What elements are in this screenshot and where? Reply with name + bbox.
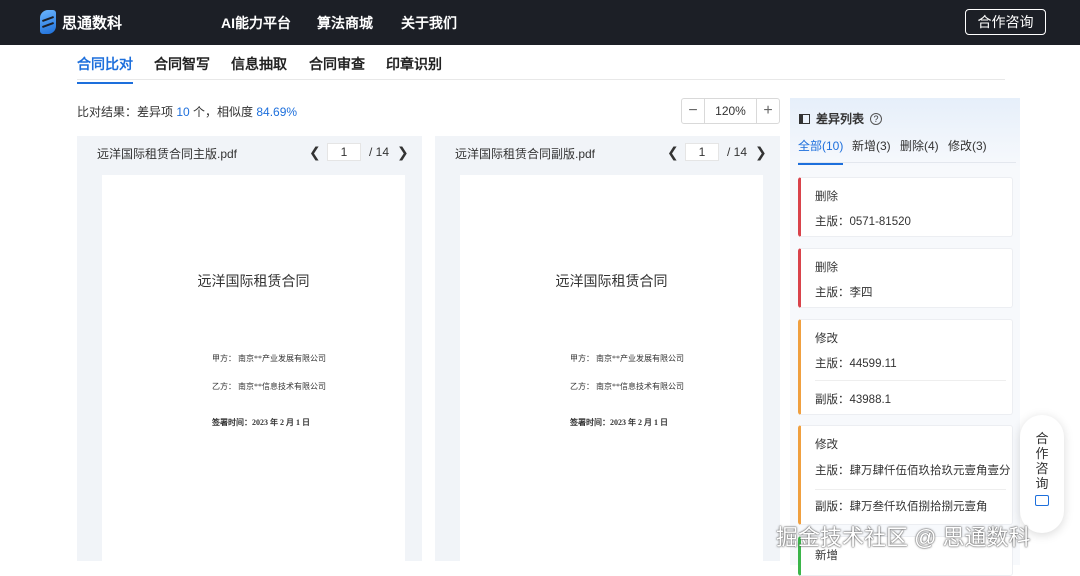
feature-tabs: 合同比对 合同智写 信息抽取 合同审查 印章识别 <box>77 45 1005 80</box>
help-icon[interactable]: ? <box>870 113 882 125</box>
sub-version-viewer: 远洋国际租赁合同副版.pdf ❮ 1 / 14 ❯ 远洋国际租赁合同 甲方： 南京**… <box>435 136 780 561</box>
pager: ❮ 1 / 14 ❯ <box>667 143 765 161</box>
page-input[interactable]: 1 <box>685 143 719 161</box>
diff-main: 主版：李四 <box>815 284 873 300</box>
prev-page-icon[interactable]: ❮ <box>309 144 319 161</box>
compare-result: 比对结果：差异项 10 个，相似度 84.69% <box>77 103 297 120</box>
result-label: 比对结果：差异项 <box>77 105 176 119</box>
page-total: / 14 <box>727 145 747 159</box>
logo-icon <box>40 10 56 34</box>
diff-tab-modified[interactable]: 修改(3) <box>948 137 987 154</box>
diff-tab-added[interactable]: 新增(3) <box>852 137 891 154</box>
tab-contract-compare[interactable]: 合同比对 <box>77 54 133 84</box>
panel-icon <box>799 114 810 124</box>
tab-info-extract[interactable]: 信息抽取 <box>231 54 287 82</box>
zoom-value[interactable]: 120% <box>704 99 757 123</box>
zoom-control: − 120% + <box>681 98 780 124</box>
diff-tab-all[interactable]: 全部(10) <box>798 137 843 165</box>
next-page-icon[interactable]: ❯ <box>397 144 407 161</box>
diff-tab-deleted[interactable]: 删除(4) <box>900 137 939 154</box>
diff-count: 10 <box>176 105 189 119</box>
chat-icon <box>1035 495 1049 506</box>
diff-type: 删除 <box>815 259 838 275</box>
brand-logo[interactable]: 思通数科 <box>40 10 122 34</box>
diff-list-panel: 差异列表? 全部(10) 新增(3) 删除(4) 修改(3) 删除主版：0571… <box>790 98 1020 565</box>
diff-main: 主版：0571-81520 <box>815 213 911 229</box>
diff-type: 修改 <box>815 330 838 346</box>
nav-about-us[interactable]: 关于我们 <box>401 13 457 33</box>
float-char: 咨 <box>1020 461 1064 476</box>
party-b: 乙方： 南京**信息技术有限公司 <box>570 381 684 392</box>
diff-list-title: 差异列表 <box>816 110 864 127</box>
float-char: 询 <box>1020 476 1064 491</box>
sign-date: 签署时间：2023 年 2 月 1 日 <box>570 417 668 428</box>
diff-sub: 副版：43988.1 <box>815 391 891 407</box>
pager: ❮ 1 / 14 ❯ <box>309 143 407 161</box>
diff-card[interactable]: 修改主版：44599.11 副版：43988.1 <box>798 319 1013 415</box>
zoom-out-button[interactable]: − <box>682 99 704 123</box>
diff-type: 删除 <box>815 188 838 204</box>
brand-name: 思通数科 <box>62 12 122 33</box>
diff-main: 主版：44599.11 <box>815 355 897 371</box>
tab-contract-review[interactable]: 合同审查 <box>309 54 365 82</box>
consult-button[interactable]: 合作咨询 <box>965 9 1046 35</box>
doc-title: 远洋国际租赁合同 <box>102 271 405 291</box>
tab-seal-recognition[interactable]: 印章识别 <box>386 54 442 82</box>
zoom-in-button[interactable]: + <box>757 99 779 123</box>
next-page-icon[interactable]: ❯ <box>755 144 765 161</box>
party-a: 甲方： 南京**产业发展有限公司 <box>212 353 326 364</box>
sign-date: 签署时间：2023 年 2 月 1 日 <box>212 417 310 428</box>
nav-ai-platform[interactable]: AI能力平台 <box>221 13 291 33</box>
diff-type: 修改 <box>815 436 838 452</box>
float-char: 作 <box>1020 446 1064 461</box>
doc-title: 远洋国际租赁合同 <box>460 271 763 291</box>
diff-main: 主版：肆万肆仟伍佰玖拾玖元壹角壹分 <box>815 462 1011 478</box>
diff-card[interactable]: 删除主版：李四 <box>798 248 1013 308</box>
top-navbar: 思通数科 AI能力平台 算法商城 关于我们 合作咨询 <box>0 0 1080 45</box>
prev-page-icon[interactable]: ❮ <box>667 144 677 161</box>
tab-contract-write[interactable]: 合同智写 <box>154 54 210 82</box>
file-name: 远洋国际租赁合同副版.pdf <box>455 145 595 162</box>
main-version-viewer: 远洋国际租赁合同主版.pdf ❮ 1 / 14 ❯ 远洋国际租赁合同 甲方： 南京**… <box>77 136 422 561</box>
party-a: 甲方： 南京**产业发展有限公司 <box>570 353 684 364</box>
diff-sub: 副版：肆万叁仟玖佰捌拾捌元壹角 <box>815 498 988 514</box>
page-total: / 14 <box>369 145 389 159</box>
document-page: 远洋国际租赁合同 甲方： 南京**产业发展有限公司 乙方： 南京**信息技术有限… <box>460 175 763 565</box>
similarity: 84.69% <box>256 105 297 119</box>
diff-card[interactable]: 修改主版：肆万肆仟伍佰玖拾玖元壹角壹分副版：肆万叁仟玖佰捌拾捌元壹角 <box>798 425 1013 525</box>
result-label-mid: 个，相似度 <box>190 105 257 119</box>
nav-algorithm-store[interactable]: 算法商城 <box>317 13 373 33</box>
watermark: 掘金技术社区 @ 思通数科 <box>776 520 1031 552</box>
party-b: 乙方： 南京**信息技术有限公司 <box>212 381 326 392</box>
diff-card[interactable]: 删除主版：0571-81520 <box>798 177 1013 237</box>
page-input[interactable]: 1 <box>327 143 361 161</box>
file-name: 远洋国际租赁合同主版.pdf <box>97 145 237 162</box>
float-char: 合 <box>1020 431 1064 446</box>
document-page: 远洋国际租赁合同 甲方： 南京**产业发展有限公司 乙方： 南京**信息技术有限… <box>102 175 405 565</box>
consult-float-button[interactable]: 合 作 咨 询 <box>1020 415 1064 533</box>
